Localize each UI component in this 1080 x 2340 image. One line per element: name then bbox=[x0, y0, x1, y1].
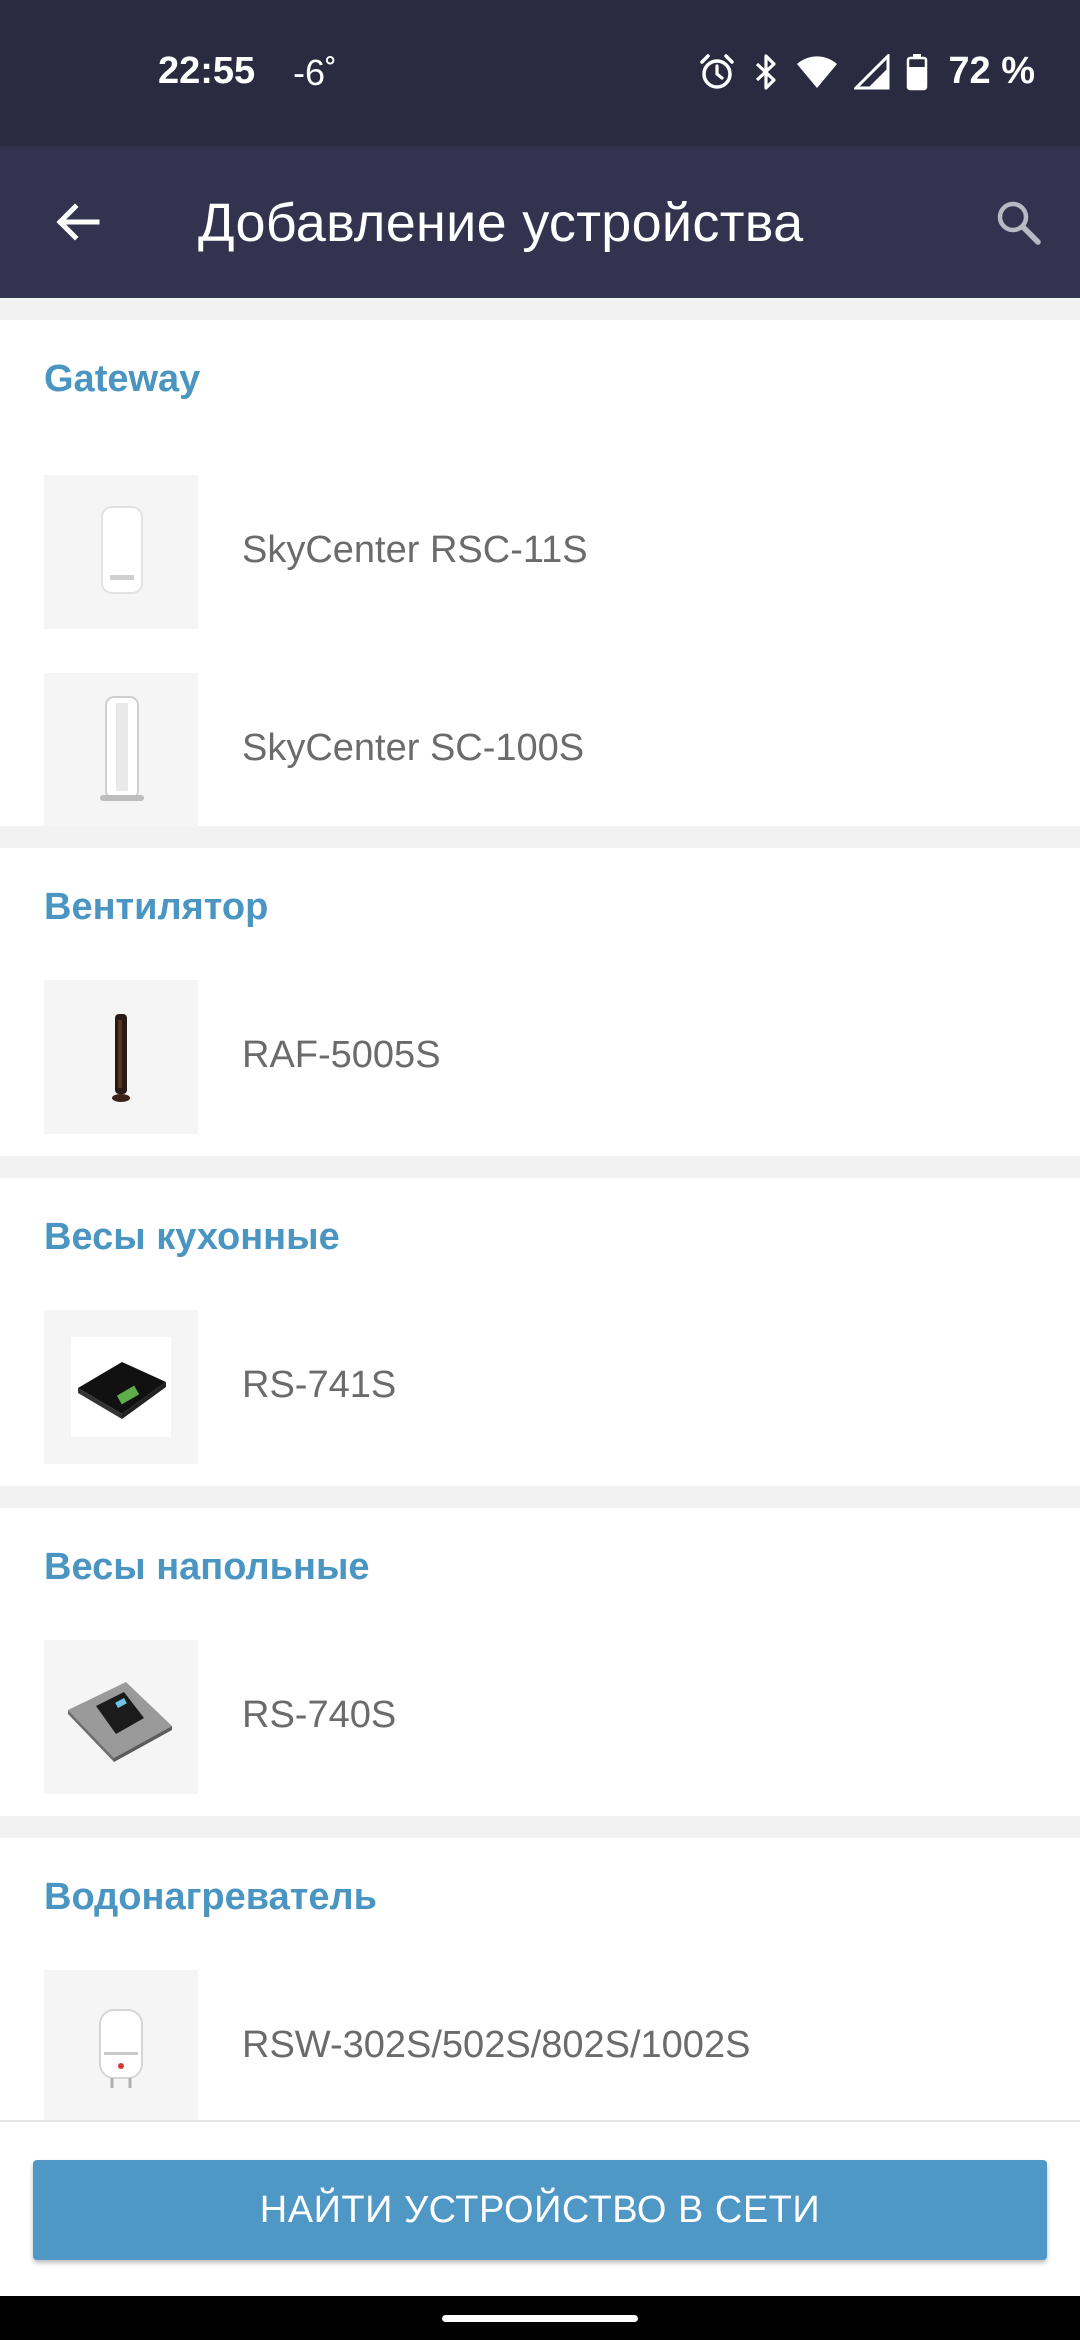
search-button[interactable] bbox=[978, 184, 1058, 264]
device-name: RSW-302S/502S/802S/1002S bbox=[242, 2024, 751, 2066]
device-name: SkyCenter RSC-11S bbox=[242, 529, 588, 571]
section-title: Весы напольные bbox=[44, 1546, 370, 1588]
device-thumbnail bbox=[44, 1640, 198, 1794]
device-item[interactable]: RS-740S bbox=[0, 1640, 1080, 1796]
device-item[interactable]: RSW-302S/502S/802S/1002S bbox=[0, 1970, 1080, 2120]
system-navigation-bar bbox=[0, 2296, 1080, 2340]
device-item[interactable]: RS-741S bbox=[0, 1310, 1080, 1466]
section-title: Водонагреватель bbox=[44, 1876, 377, 1918]
device-thumbnail bbox=[44, 673, 198, 827]
device-item[interactable]: RAF-5005S bbox=[0, 980, 1080, 1136]
app-bar: Добавление устройства bbox=[0, 146, 1080, 298]
find-device-button[interactable]: НАЙТИ УСТРОЙСТВО В СЕТИ bbox=[33, 2160, 1047, 2260]
section-fan: Вентилятор RAF-5005S bbox=[0, 848, 1080, 1156]
device-name: SkyCenter SC-100S bbox=[242, 727, 585, 769]
page-title: Добавление устройства bbox=[198, 193, 804, 253]
battery-icon bbox=[906, 53, 928, 91]
water-heater-image bbox=[99, 2009, 143, 2088]
device-name: RAF-5005S bbox=[242, 1034, 441, 1076]
bluetooth-icon bbox=[752, 53, 780, 91]
device-name: RS-740S bbox=[242, 1694, 397, 1736]
tower-fan-image bbox=[112, 1014, 130, 1102]
section-title: Gateway bbox=[44, 358, 201, 400]
section-title: Вентилятор bbox=[44, 886, 269, 928]
bottom-action-panel: НАЙТИ УСТРОЙСТВО В СЕТИ bbox=[0, 2120, 1080, 2296]
device-thumbnail bbox=[44, 475, 198, 629]
section-gateway: Gateway SkyCenter RSC-11S SkyCenter SC-1… bbox=[0, 320, 1080, 829]
section-water-heater: Водонагреватель RSW-302S/502S/802S/1002S bbox=[0, 1838, 1080, 2120]
search-icon bbox=[993, 197, 1043, 252]
device-thumbnail bbox=[44, 1970, 198, 2120]
section-kitchen-scale: Весы кухонные RS-741S bbox=[0, 1178, 1080, 1486]
wifi-icon bbox=[796, 54, 838, 90]
device-thumbnail bbox=[44, 1310, 198, 1464]
section-floor-scale: Весы напольные RS-740S bbox=[0, 1508, 1080, 1816]
device-item[interactable]: SkyCenter SC-100S bbox=[0, 673, 1080, 829]
back-button[interactable] bbox=[38, 184, 118, 264]
home-gesture-handle[interactable] bbox=[442, 2315, 638, 2322]
status-time: 22:55 bbox=[158, 50, 256, 92]
floor-scale-image bbox=[68, 1682, 172, 1762]
section-title: Весы кухонные bbox=[44, 1216, 340, 1258]
status-bar: 22:55 -6˚ 72 % bbox=[0, 0, 1080, 146]
signal-icon bbox=[854, 53, 890, 90]
device-name: RS-741S bbox=[242, 1364, 397, 1406]
white-tall-hub-device-image bbox=[100, 696, 144, 801]
white-hub-device-image bbox=[101, 506, 143, 594]
status-temperature: -6˚ bbox=[293, 52, 337, 93]
status-icons: 72 % bbox=[698, 50, 1035, 93]
arrow-back-icon bbox=[53, 197, 103, 252]
battery-percentage: 72 % bbox=[948, 50, 1035, 92]
device-list[interactable]: Gateway SkyCenter RSC-11S SkyCenter SC-1… bbox=[0, 298, 1080, 2120]
alarm-icon bbox=[698, 53, 736, 91]
device-item[interactable]: SkyCenter RSC-11S bbox=[0, 475, 1080, 631]
kitchen-scale-image bbox=[71, 1337, 171, 1437]
device-thumbnail bbox=[44, 980, 198, 1134]
